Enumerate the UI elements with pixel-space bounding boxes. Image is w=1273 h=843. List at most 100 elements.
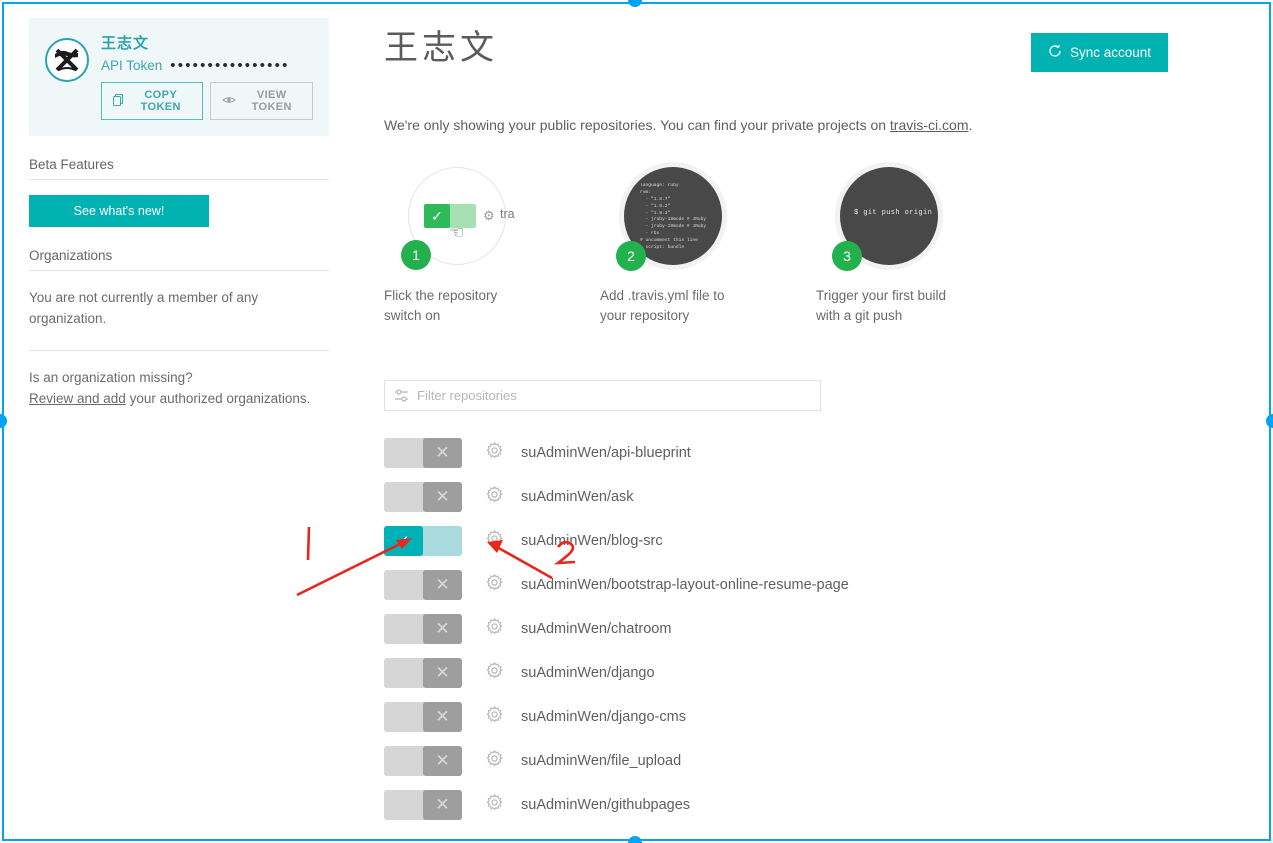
- repository-name[interactable]: suAdminWen/django-cms: [521, 709, 686, 725]
- check-icon: ✓: [384, 525, 423, 556]
- repository-name[interactable]: suAdminWen/django: [521, 665, 655, 681]
- step-badge-3: 3: [832, 241, 862, 271]
- onboarding-step-3: $ git push origin 3 Trigger your first b…: [816, 167, 1032, 326]
- step-badge-2: 2: [616, 241, 646, 271]
- step-badge-1: 1: [401, 240, 431, 270]
- profile-card: 王志文 API Token •••••••••••••••• COPY TOKE: [29, 18, 329, 136]
- repository-toggle[interactable]: ✕: [384, 481, 462, 512]
- repository-name[interactable]: suAdminWen/githubpages: [521, 797, 690, 813]
- gear-icon[interactable]: [486, 618, 503, 640]
- repository-toggle[interactable]: ✕: [384, 789, 462, 820]
- cross-icon: ✕: [423, 569, 462, 600]
- copy-token-button[interactable]: COPY TOKEN: [101, 82, 204, 120]
- cross-icon: ✕: [423, 789, 462, 820]
- resize-handle-left[interactable]: [0, 414, 7, 428]
- page-root: 王志文 API Token •••••••••••••••• COPY TOKE: [0, 0, 1273, 843]
- sync-account-button[interactable]: Sync account: [1030, 33, 1168, 72]
- step-caption-1: Flick the repository switch on: [384, 288, 498, 323]
- resize-handle-bottom[interactable]: [628, 836, 642, 843]
- gear-icon[interactable]: [486, 486, 503, 508]
- cross-icon: ✕: [423, 481, 462, 512]
- selection-border-right: [1269, 2, 1271, 841]
- gear-icon[interactable]: [486, 574, 503, 596]
- travis-ci-com-link[interactable]: travis-ci.com: [890, 117, 969, 133]
- filter-repositories-wrapper: [384, 379, 821, 411]
- annotation-label-1: [306, 526, 311, 561]
- repository-row: ✕ suAdminWen/ask: [384, 475, 1084, 519]
- organization-missing-block: Is an organization missing? Review and a…: [29, 368, 329, 410]
- step-caption-2: Add .travis.yml file to your repository: [600, 288, 725, 323]
- cross-icon: ✕: [423, 745, 462, 776]
- filter-repositories-input[interactable]: [384, 379, 821, 411]
- repository-row: ✕ suAdminWen/file_upload: [384, 739, 1084, 783]
- repository-name[interactable]: suAdminWen/blog-src: [521, 533, 663, 549]
- see-whats-new-button[interactable]: See what's new!: [29, 195, 209, 227]
- review-and-add-link[interactable]: Review and add: [29, 391, 126, 406]
- repository-row: ✓ suAdminWen/blog-src: [384, 519, 1084, 563]
- gear-icon[interactable]: [486, 530, 503, 552]
- copy-token-label: COPY TOKEN: [140, 89, 181, 113]
- avatar: [45, 38, 89, 82]
- repository-row: ✕ suAdminWen/bootstrap-layout-online-resu…: [384, 563, 1084, 607]
- repository-name[interactable]: suAdminWen/file_upload: [521, 753, 681, 769]
- sidebar: 王志文 API Token •••••••••••••••• COPY TOKE: [29, 18, 329, 410]
- intro-suffix: .: [968, 117, 973, 133]
- repository-row: ✕ suAdminWen/githubpages: [384, 783, 1084, 827]
- onboarding-step-2: language: ruby rvm: - "1.8.7" - "1.9.2" …: [600, 167, 816, 326]
- gear-icon: ⚙: [483, 208, 495, 223]
- resize-handle-top[interactable]: [628, 0, 642, 7]
- pointer-hand-icon: ☜: [449, 223, 465, 242]
- organization-missing-tail: your authorized organizations.: [125, 390, 311, 406]
- yaml-code-illustration: language: ruby rvm: - "1.8.7" - "1.9.2" …: [616, 167, 722, 271]
- repository-toggle[interactable]: ✕: [384, 437, 462, 468]
- view-token-button[interactable]: VIEW TOKEN: [210, 82, 313, 120]
- git-push-command: $ git push origin: [854, 209, 933, 217]
- repository-row: ✕ suAdminWen/api-blueprint: [384, 431, 1084, 475]
- gear-icon[interactable]: [486, 750, 503, 772]
- api-token-label: API Token: [101, 58, 163, 73]
- beta-features-heading: Beta Features: [29, 157, 329, 180]
- repository-toggle[interactable]: ✓: [384, 525, 462, 556]
- selection-border-bottom: [2, 839, 1271, 841]
- repository-name[interactable]: suAdminWen/bootstrap-layout-online-resum…: [521, 577, 849, 593]
- repository-toggle[interactable]: ✕: [384, 657, 462, 688]
- travis-yml-code: language: ruby rvm: - "1.8.7" - "1.9.2" …: [640, 183, 707, 251]
- gear-icon[interactable]: [486, 794, 503, 816]
- cross-icon: ✕: [423, 701, 462, 732]
- repository-toggle[interactable]: ✕: [384, 701, 462, 732]
- terminal-illustration: $ git push origin 3: [832, 167, 938, 271]
- selection-border-top: [2, 2, 1271, 4]
- eye-icon: [222, 95, 237, 108]
- api-token-row: API Token ••••••••••••••••: [101, 58, 313, 73]
- repository-name[interactable]: suAdminWen/ask: [521, 489, 634, 505]
- gear-icon[interactable]: [486, 662, 503, 684]
- user-avatar-icon: [48, 41, 86, 79]
- main-content: 王志文 Sync account We're only showing your…: [384, 20, 1168, 827]
- step-caption-3: Trigger your first build with a git push: [816, 288, 947, 323]
- gear-icon[interactable]: [486, 706, 503, 728]
- sync-account-label: Sync account: [1069, 45, 1151, 60]
- refresh-icon: [1048, 44, 1062, 61]
- repository-name[interactable]: suAdminWen/chatroom: [521, 621, 671, 637]
- organizations-heading: Organizations: [29, 248, 329, 271]
- repository-row: ✕ suAdminWen/chatroom: [384, 607, 1084, 651]
- repository-row: ✕ suAdminWen/django: [384, 651, 1084, 695]
- repository-row: ✕ suAdminWen/django-cms: [384, 695, 1084, 739]
- toggle-switch-illustration: ✓ ⚙ tra ☜ 1: [401, 167, 515, 270]
- gear-icon[interactable]: [486, 442, 503, 464]
- cross-icon: ✕: [423, 657, 462, 688]
- organization-missing-question: Is an organization missing?: [29, 369, 193, 385]
- profile-name: 王志文: [101, 36, 150, 52]
- repository-toggle[interactable]: ✕: [384, 569, 462, 600]
- repository-list: ✕ suAdminWen/api-blueprint ✕ suAdminWen/ask…: [384, 431, 1084, 827]
- repository-name[interactable]: suAdminWen/api-blueprint: [521, 445, 691, 461]
- api-token-masked-value: ••••••••••••••••: [170, 57, 290, 74]
- repository-toggle[interactable]: ✕: [384, 745, 462, 776]
- cross-icon: ✕: [423, 437, 462, 468]
- copy-icon: [113, 93, 124, 109]
- selection-border-left: [2, 2, 4, 841]
- onboarding-step-1: ✓ ⚙ tra ☜ 1 Flick the repository switch …: [384, 167, 600, 326]
- resize-handle-right[interactable]: [1266, 414, 1273, 428]
- intro-prefix: We're only showing your public repositor…: [384, 117, 890, 133]
- repository-toggle[interactable]: ✕: [384, 613, 462, 644]
